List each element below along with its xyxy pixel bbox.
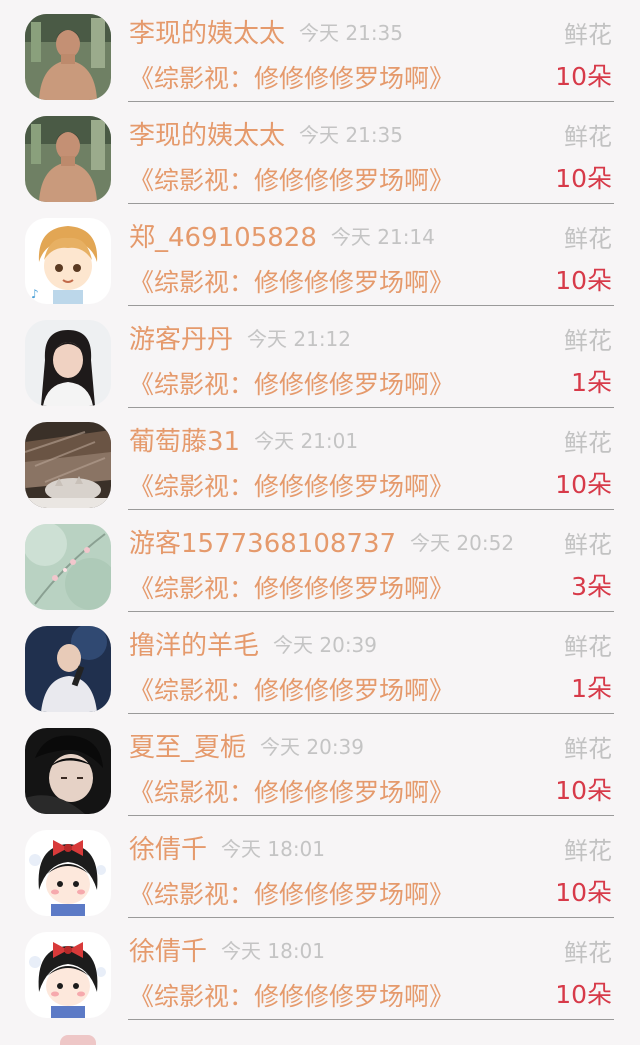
gift-count: 10朵: [555, 776, 612, 805]
list-item[interactable]: 夏至_夏栀 今天 20:39 鲜花 《综影视：修修修修罗场啊》 10朵: [0, 714, 640, 816]
shirtless-man-avatar: [25, 14, 111, 100]
gift-type: 鲜花: [564, 327, 612, 355]
list-item[interactable]: 徐倩千 今天 18:01 鲜花 《综影视：修修修修罗场啊》 10朵: [0, 918, 640, 1020]
timestamp: 今天 18:01: [221, 939, 326, 963]
cat-blanket-avatar: [25, 422, 111, 508]
sender-name[interactable]: 撸洋的羊毛 今天 20:39: [129, 628, 377, 663]
singer-avatar: [25, 626, 111, 712]
sender-name[interactable]: 徐倩千 今天 18:01: [129, 832, 325, 867]
sender-name[interactable]: 郑_469105828 今天 21:14: [129, 220, 435, 255]
list-item[interactable]: 李现的姨太太 今天 21:35 鲜花 《综影视：修修修修罗场啊》 10朵: [0, 0, 640, 102]
sender-name[interactable]: 游客1577368108737 今天 20:52: [129, 526, 514, 561]
gift-type: 鲜花: [564, 225, 612, 253]
gift-type: 鲜花: [564, 21, 612, 49]
gift-type: 鲜花: [564, 837, 612, 865]
timestamp: 今天 18:01: [221, 837, 326, 861]
portrait-man-avatar: [25, 728, 111, 814]
svg-text:♪: ♪: [31, 287, 39, 301]
book-title[interactable]: 《综影视：修修修修罗场啊》: [129, 164, 454, 198]
sender-name[interactable]: 夏至_夏栀 今天 20:39: [129, 730, 364, 765]
timestamp: 今天 21:35: [299, 21, 404, 45]
woman-photo-avatar: [25, 320, 111, 406]
gift-count: 10朵: [555, 980, 612, 1009]
book-title[interactable]: 《综影视：修修修修罗场啊》: [129, 878, 454, 912]
book-title[interactable]: 《综影视：修修修修罗场啊》: [129, 470, 454, 504]
avatar[interactable]: [25, 626, 111, 712]
gift-record-list: 李现的姨太太 今天 21:35 鲜花 《综影视：修修修修罗场啊》 10朵 李现的姨…: [0, 0, 640, 1045]
gift-type: 鲜花: [564, 633, 612, 661]
avatar[interactable]: [25, 422, 111, 508]
timestamp: 今天 21:01: [254, 429, 359, 453]
gift-type: 鲜花: [564, 735, 612, 763]
book-title[interactable]: 《综影视：修修修修罗场啊》: [129, 776, 454, 810]
book-title[interactable]: 《综影视：修修修修罗场啊》: [129, 572, 454, 606]
gift-count: 10朵: [555, 878, 612, 907]
sender-name[interactable]: 游客丹丹 今天 21:12: [129, 322, 351, 357]
list-item[interactable]: 徐倩千 今天 18:01 鲜花 《综影视：修修修修罗场啊》 10朵: [0, 816, 640, 918]
book-title[interactable]: 《综影视：修修修修罗场啊》: [129, 62, 454, 96]
next-avatar-edge: [60, 1035, 96, 1045]
gift-count: 1朵: [571, 674, 612, 703]
timestamp: 今天 21:35: [299, 123, 404, 147]
sender-name[interactable]: 葡萄藤31 今天 21:01: [129, 424, 358, 459]
shirtless-man-avatar: [25, 116, 111, 202]
gift-type: 鲜花: [564, 429, 612, 457]
avatar[interactable]: [25, 320, 111, 406]
list-item[interactable]: ♪ 郑_469105828 今天 21:14 鲜花 《综影视：修修修修罗场啊》 1…: [0, 204, 640, 306]
blossom-avatar: [25, 524, 111, 610]
list-item[interactable]: 葡萄藤31 今天 21:01 鲜花 《综影视：修修修修罗场啊》 10朵: [0, 408, 640, 510]
gift-count: 10朵: [555, 164, 612, 193]
list-item[interactable]: 游客丹丹 今天 21:12 鲜花 《综影视：修修修修罗场啊》 1朵: [0, 306, 640, 408]
cartoon-girl-avatar: [25, 830, 111, 916]
gift-type: 鲜花: [564, 123, 612, 151]
avatar[interactable]: [25, 116, 111, 202]
avatar[interactable]: [25, 524, 111, 610]
timestamp: 今天 21:12: [247, 327, 352, 351]
book-title[interactable]: 《综影视：修修修修罗场啊》: [129, 266, 454, 300]
gift-type: 鲜花: [564, 531, 612, 559]
gift-type: 鲜花: [564, 939, 612, 967]
gift-count: 1朵: [571, 368, 612, 397]
avatar[interactable]: [25, 728, 111, 814]
cartoon-boy-avatar: ♪: [25, 218, 111, 304]
avatar[interactable]: [25, 830, 111, 916]
gift-count: 10朵: [555, 470, 612, 499]
book-title[interactable]: 《综影视：修修修修罗场啊》: [129, 980, 454, 1014]
book-title[interactable]: 《综影视：修修修修罗场啊》: [129, 674, 454, 708]
sender-name[interactable]: 徐倩千 今天 18:01: [129, 934, 325, 969]
timestamp: 今天 20:39: [260, 735, 365, 759]
list-item[interactable]: 游客1577368108737 今天 20:52 鲜花 《综影视：修修修修罗场啊》…: [0, 510, 640, 612]
book-title[interactable]: 《综影视：修修修修罗场啊》: [129, 368, 454, 402]
gift-count: 10朵: [555, 266, 612, 295]
avatar[interactable]: [25, 932, 111, 1018]
list-item[interactable]: 李现的姨太太 今天 21:35 鲜花 《综影视：修修修修罗场啊》 10朵: [0, 102, 640, 204]
gift-count: 10朵: [555, 62, 612, 91]
timestamp: 今天 21:14: [330, 225, 435, 249]
avatar[interactable]: ♪: [25, 218, 111, 304]
cartoon-girl-avatar: [25, 932, 111, 1018]
sender-name[interactable]: 李现的姨太太 今天 21:35: [129, 16, 403, 51]
timestamp: 今天 20:52: [410, 531, 515, 555]
divider: [128, 1019, 614, 1020]
timestamp: 今天 20:39: [273, 633, 378, 657]
avatar[interactable]: [25, 14, 111, 100]
gift-count: 3朵: [571, 572, 612, 601]
sender-name[interactable]: 李现的姨太太 今天 21:35: [129, 118, 403, 153]
list-item[interactable]: 撸洋的羊毛 今天 20:39 鲜花 《综影视：修修修修罗场啊》 1朵: [0, 612, 640, 714]
